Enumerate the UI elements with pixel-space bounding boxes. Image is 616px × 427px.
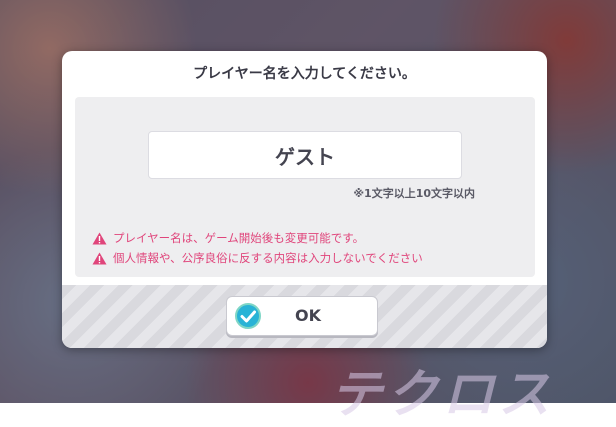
warning-line-1: プレイヤー名は、ゲーム開始後も変更可能です。: [92, 229, 364, 247]
warning-line-2: 個人情報や、公序良俗に反する内容は入力しないでください: [92, 249, 423, 267]
warning-icon: [92, 232, 107, 244]
ok-button[interactable]: OK: [226, 296, 378, 336]
warning-text-1: プレイヤー名は、ゲーム開始後も変更可能です。: [113, 231, 365, 245]
dialog-title: プレイヤー名を入力してください。: [193, 66, 416, 82]
warning-text-2: 個人情報や、公序良俗に反する内容は入力しないでください: [113, 251, 423, 265]
input-panel: ※1文字以上10文字以内 プレイヤー名は、ゲーム開始後も変更可能です。 個人情報…: [75, 97, 535, 277]
warning-icon: [92, 252, 107, 264]
check-circle-icon: [235, 303, 261, 329]
ok-button-label: OK: [295, 306, 321, 325]
player-name-input[interactable]: [148, 131, 462, 179]
character-limit-hint: ※1文字以上10文字以内: [353, 187, 475, 200]
player-name-dialog: プレイヤー名を入力してください。 ※1文字以上10文字以内 プレイヤー名は、ゲー…: [62, 51, 547, 348]
dialog-footer: OK: [62, 285, 547, 348]
background-logo: テクロス: [330, 365, 555, 425]
